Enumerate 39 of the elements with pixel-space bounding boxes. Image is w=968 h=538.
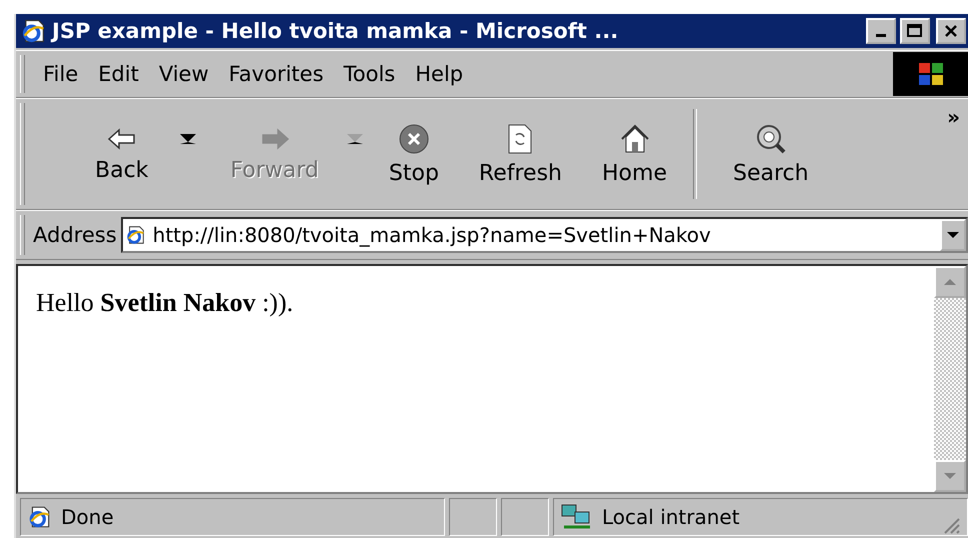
up-arrow-icon	[944, 278, 956, 286]
window-title: JSP example - Hello tvoita mamka - Microsoft ...	[52, 19, 620, 43]
dropdown-button[interactable]	[940, 219, 966, 251]
caret-icon	[947, 231, 959, 239]
scroll-up-button[interactable]	[934, 266, 966, 298]
menu-item[interactable]: Edit	[88, 58, 149, 90]
address-field[interactable]: http://lin:8080/tvoita_mamka.jsp?name=Svetlin+Nakov	[120, 217, 968, 253]
toolbar-button[interactable]: Back	[63, 104, 180, 204]
minimize-button[interactable]	[866, 18, 896, 44]
minimize-icon	[876, 34, 886, 36]
refresh-page-icon	[506, 122, 534, 154]
stop-icon	[398, 122, 430, 154]
status-panel	[449, 498, 497, 536]
menu-item[interactable]: View	[148, 58, 219, 90]
back-arrow-icon	[106, 126, 137, 152]
page-text: Hello Svetlin Nakov :)).	[36, 288, 294, 318]
maximize-button[interactable]	[900, 18, 930, 44]
close-icon	[944, 24, 958, 38]
status-panel	[501, 498, 549, 536]
toolbar-button[interactable]: Search	[702, 104, 839, 204]
search-icon	[754, 122, 787, 154]
browser-page-icon	[124, 224, 147, 246]
menu-item[interactable]: File	[33, 58, 88, 90]
scroll-down-button[interactable]	[934, 460, 966, 492]
menu-item[interactable]: Help	[405, 58, 474, 90]
status-text: Done	[61, 505, 114, 529]
toolbar-button[interactable]: Refresh	[458, 104, 582, 204]
house-icon	[618, 122, 650, 154]
toolbar-button[interactable]: Home	[582, 104, 687, 204]
address-label: Address	[33, 223, 117, 247]
down-arrow-icon	[944, 472, 956, 480]
menu-item[interactable]: Tools	[334, 58, 406, 90]
zone-text: Local intranet	[602, 505, 740, 529]
dropdown-arrow-button[interactable]	[180, 134, 196, 144]
menu-item[interactable]: Favorites	[218, 58, 334, 90]
maximize-icon	[907, 24, 923, 38]
more-button[interactable]: »	[943, 105, 964, 129]
close-button[interactable]	[936, 18, 966, 44]
toolbar-button[interactable]: Stop	[368, 104, 459, 204]
